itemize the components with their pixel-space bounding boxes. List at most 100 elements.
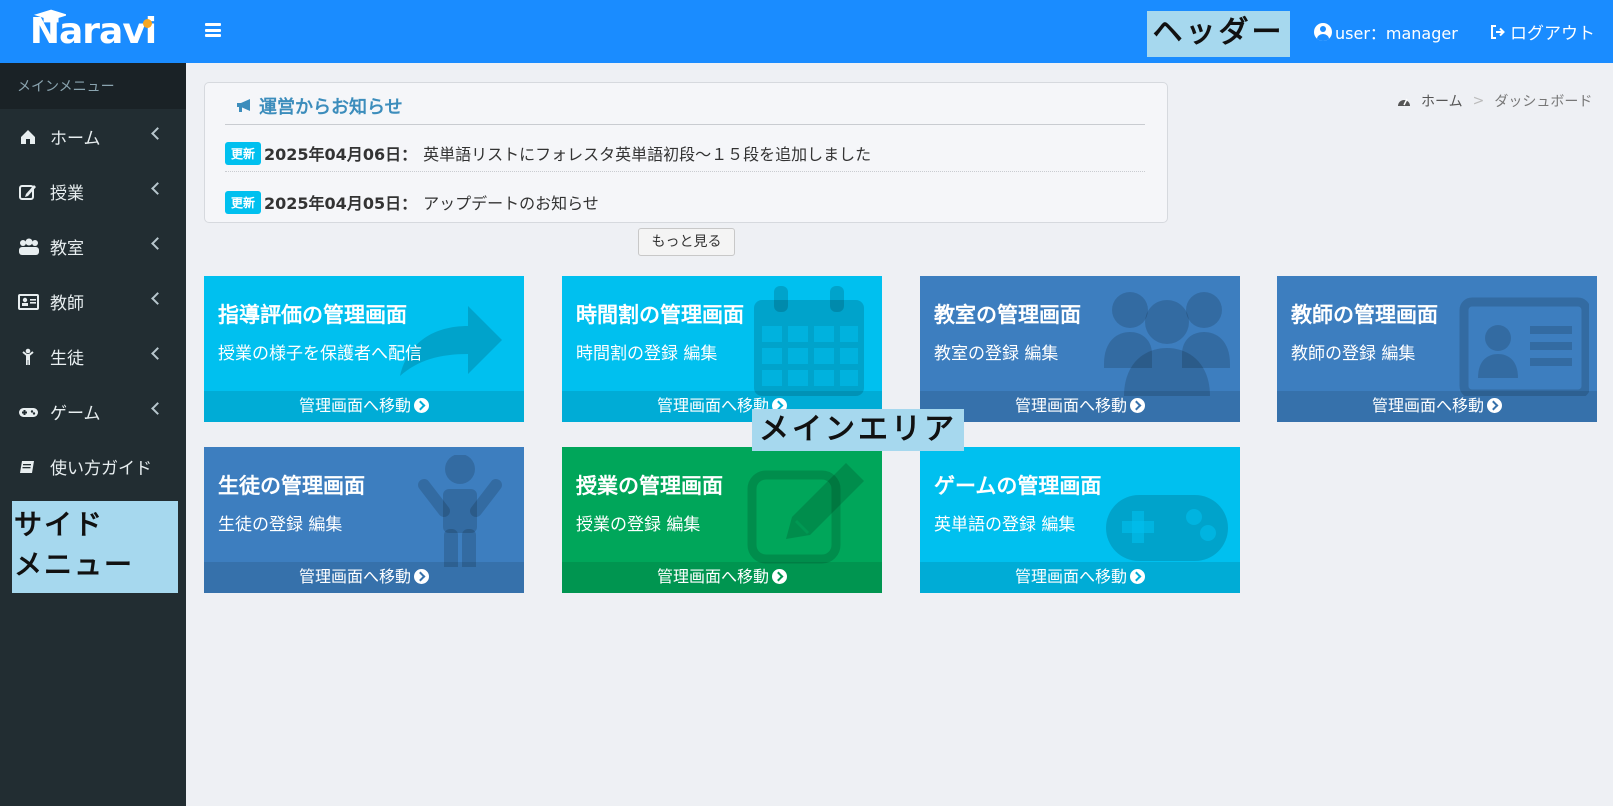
sidebar: Naravi メインメニュー ホーム 授業 教室 教師 生徒 ゲーム 使い方ガイ… (0, 0, 186, 806)
users-icon (1104, 292, 1230, 396)
child-icon (418, 455, 502, 567)
chevron-left-icon (151, 127, 164, 140)
game-management-box[interactable]: ゲームの管理画面 英単語の登録 編集 管理画面へ移動 (920, 447, 1240, 593)
sidebar-item-label: 教師 (50, 294, 84, 314)
sign-out-icon (1491, 24, 1505, 39)
lesson-management-box[interactable]: 授業の管理画面 授業の登録 編集 管理画面へ移動 (562, 447, 882, 593)
menu-header: メインメニュー (0, 63, 186, 109)
box-title: 教室の管理画面 (934, 303, 1081, 327)
timetable-management-box[interactable]: 時間割の管理画面 時間割の登録 編集 管理画面へ移動 (562, 276, 882, 422)
sidebar-item-classrooms[interactable]: 教室 (0, 219, 186, 274)
notice-date: 2025年04月06日： (264, 145, 418, 164)
divider (225, 124, 1145, 125)
header-bar: ヘッダー user：manager ログアウト (186, 0, 1613, 63)
box-footer-link[interactable]: 管理画面へ移動 (562, 562, 882, 593)
box-footer-link[interactable]: 管理画面へ移動 (1277, 391, 1597, 422)
chevron-left-icon (151, 292, 164, 305)
divider (225, 171, 1145, 172)
edit-icon (747, 463, 864, 564)
box-title: 生徒の管理画面 (218, 474, 365, 498)
box-subtitle: 教師の登録 編集 (1291, 344, 1416, 364)
notice-text: 英単語リストにフォレスタ英単語初段〜１５段を追加しました (423, 145, 872, 164)
box-footer-label: 管理画面へ移動 (298, 396, 411, 415)
header-annotation: ヘッダー (1147, 11, 1290, 57)
box-footer-link[interactable]: 管理画面へ移動 (204, 391, 524, 422)
user-menu[interactable]: user：manager (1314, 20, 1458, 44)
user-circle-icon (1314, 23, 1332, 41)
box-footer-label: 管理画面へ移動 (1014, 396, 1127, 415)
box-title: 指導評価の管理画面 (218, 303, 407, 327)
user-label: user：manager (1335, 24, 1458, 43)
classroom-management-box[interactable]: 教室の管理画面 教室の登録 編集 管理画面へ移動 (920, 276, 1240, 422)
edit-icon (19, 184, 36, 200)
arrow-circle-right-icon (1130, 398, 1145, 413)
box-subtitle: 授業の登録 編集 (576, 515, 701, 535)
home-icon (21, 129, 35, 144)
box-subtitle: 英単語の登録 編集 (934, 515, 1076, 535)
chevron-left-icon (151, 402, 164, 415)
sidebar-item-home[interactable]: ホーム (0, 109, 186, 164)
notice-title: 運営からお知らせ (235, 93, 403, 119)
sidebar-item-label: 教室 (50, 239, 84, 259)
notice-panel: 運営からお知らせ 更新 2025年04月06日： 英単語リストにフォレスタ英単語… (204, 82, 1168, 223)
arrow-circle-right-icon (414, 398, 429, 413)
update-badge: 更新 (225, 190, 262, 214)
sidebar-item-games[interactable]: ゲーム (0, 384, 186, 439)
breadcrumb-home[interactable]: ホーム (1421, 91, 1463, 111)
arrow-circle-right-icon (772, 569, 787, 584)
id-card-icon (1459, 297, 1589, 396)
calendar-icon (754, 286, 864, 396)
child-icon (22, 348, 34, 365)
brand-logo[interactable]: Naravi (0, 0, 186, 63)
arrow-circle-right-icon (1487, 398, 1502, 413)
box-footer-link[interactable]: 管理画面へ移動 (920, 391, 1240, 422)
notice-title-text: 運営からお知らせ (259, 97, 403, 118)
update-badge: 更新 (225, 141, 262, 165)
users-icon (19, 238, 39, 255)
teacher-management-box[interactable]: 教師の管理画面 教師の登録 編集 管理画面へ移動 (1277, 276, 1597, 422)
sidebar-item-label: 使い方ガイド (50, 459, 152, 479)
sidebar-item-teachers[interactable]: 教師 (0, 274, 186, 329)
notice-text: アップデートのお知らせ (423, 194, 599, 213)
logo-dot (143, 19, 152, 28)
box-title: 授業の管理画面 (576, 474, 723, 498)
sidebar-item-lessons[interactable]: 授業 (0, 164, 186, 219)
gamepad-icon (1106, 495, 1228, 561)
dashboard-icon (1398, 98, 1410, 106)
box-footer-link[interactable]: 管理画面へ移動 (920, 562, 1240, 593)
box-subtitle: 生徒の登録 編集 (218, 515, 343, 535)
arrow-circle-right-icon (414, 569, 429, 584)
sidebar-item-label: ホーム (50, 129, 101, 149)
bullhorn-icon (237, 99, 250, 112)
breadcrumb-separator: > (1472, 93, 1485, 109)
box-title: 教師の管理画面 (1291, 303, 1438, 327)
evaluation-management-box[interactable]: 指導評価の管理画面 授業の様子を保護者へ配信 管理画面へ移動 (204, 276, 524, 422)
chevron-left-icon (151, 182, 164, 195)
box-title: ゲームの管理画面 (934, 474, 1102, 498)
hamburger-menu-icon[interactable] (205, 23, 221, 37)
arrow-circle-right-icon (1130, 569, 1145, 584)
student-management-box[interactable]: 生徒の管理画面 生徒の登録 編集 管理画面へ移動 (204, 447, 524, 593)
box-footer-label: 管理画面へ移動 (656, 567, 769, 586)
box-subtitle: 時間割の登録 編集 (576, 344, 718, 364)
book-icon (20, 460, 34, 473)
notice-item[interactable]: 更新 2025年04月06日： 英単語リストにフォレスタ英単語初段〜１５段を追加… (225, 141, 871, 165)
box-footer-label: 管理画面へ移動 (298, 567, 411, 586)
notice-date: 2025年04月05日： (264, 194, 418, 213)
logout-label: ログアウト (1510, 24, 1595, 44)
gamepad-icon (19, 407, 38, 417)
notice-item[interactable]: 更新 2025年04月05日： アップデートのお知らせ (225, 190, 599, 214)
chevron-left-icon (151, 237, 164, 250)
sidebar-item-students[interactable]: 生徒 (0, 329, 186, 384)
logout-button[interactable]: ログアウト (1490, 19, 1595, 44)
more-button[interactable]: もっと見る (638, 228, 735, 256)
box-title: 時間割の管理画面 (576, 303, 744, 327)
box-footer-link[interactable]: 管理画面へ移動 (204, 562, 524, 593)
sidebar-item-label: 生徒 (50, 349, 84, 369)
sidebar-item-label: 授業 (50, 184, 84, 204)
id-card-icon (18, 293, 39, 310)
main-area-annotation: メインエリア (752, 409, 964, 451)
box-subtitle: 教室の登録 編集 (934, 344, 1059, 364)
sidebar-item-guide[interactable]: 使い方ガイド (0, 439, 186, 494)
box-footer-label: 管理画面へ移動 (1014, 567, 1127, 586)
